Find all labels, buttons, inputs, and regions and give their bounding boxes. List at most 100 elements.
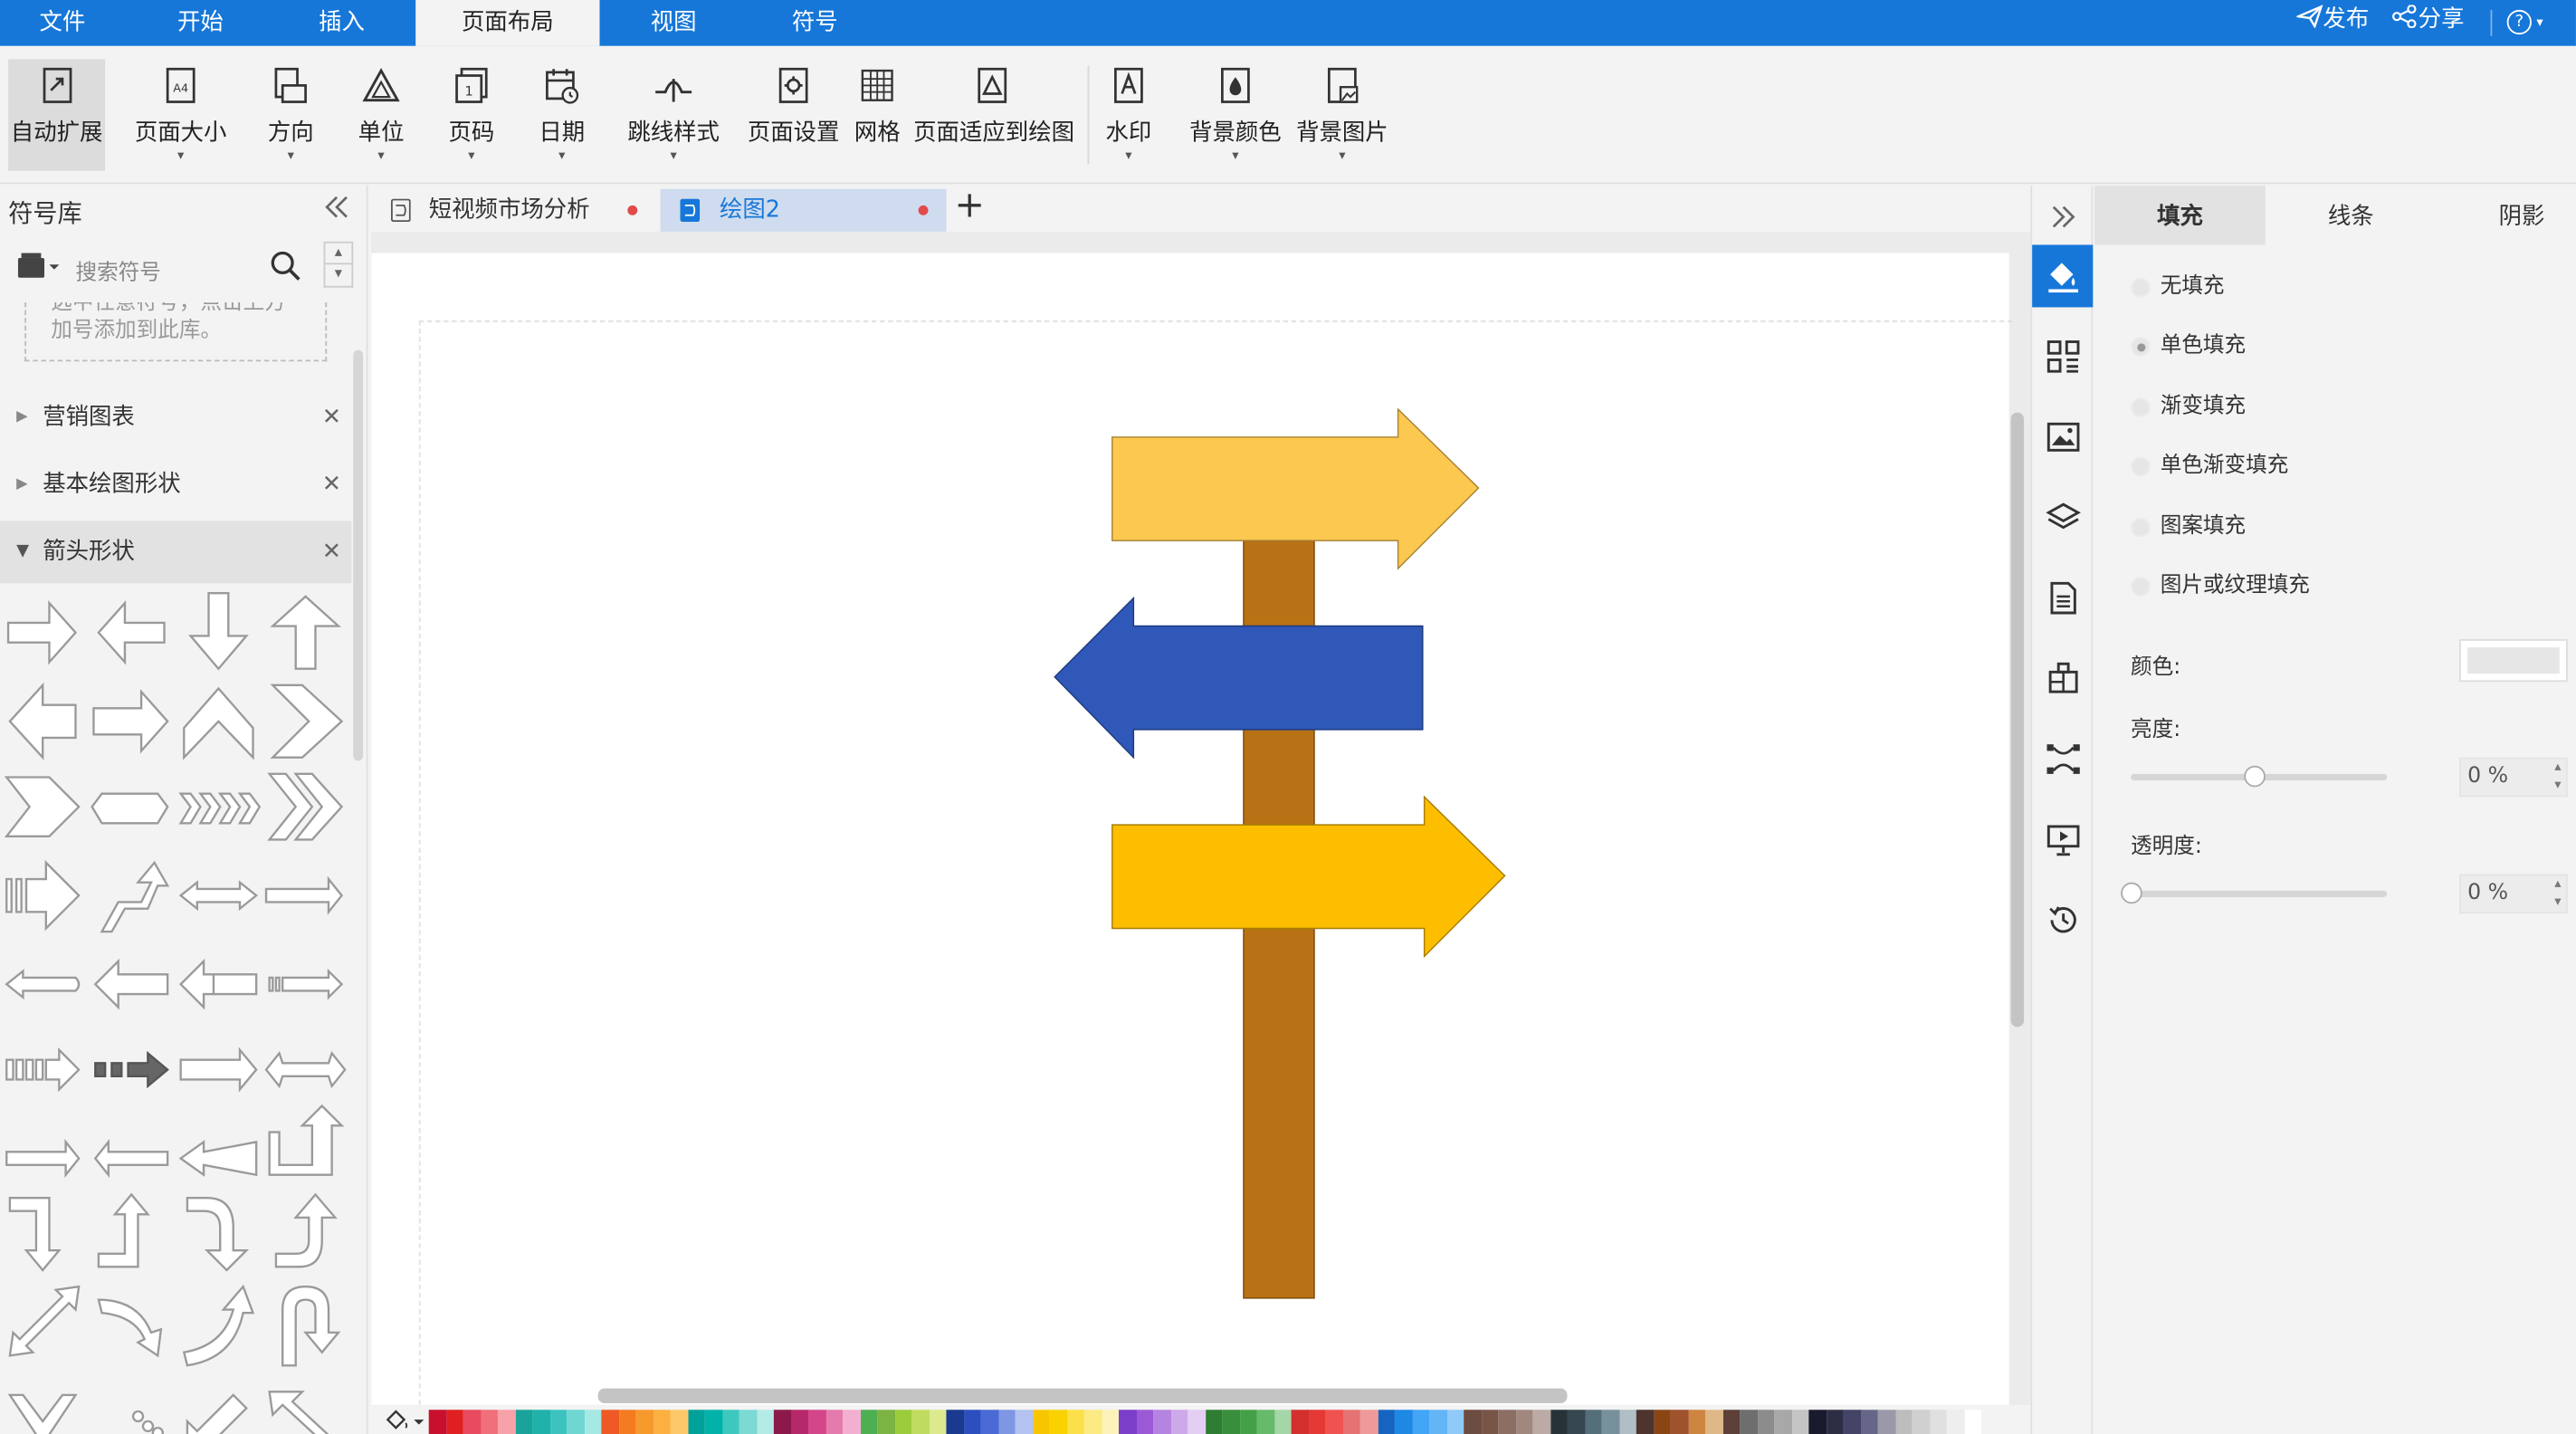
date-button[interactable]: 日期 ▾ (529, 59, 595, 170)
transparency-stepper[interactable]: 0 % ▴ ▾ (2459, 874, 2568, 914)
chevron-up-shape[interactable] (183, 686, 254, 760)
palette-swatch[interactable] (1843, 1410, 1861, 1434)
curved-down-arrow-shape[interactable] (186, 1196, 250, 1272)
palette-swatch[interactable] (773, 1410, 791, 1434)
tab-shadow[interactable]: 阴影 (2437, 186, 2576, 244)
palette-swatch[interactable] (790, 1410, 808, 1434)
palette-swatch[interactable] (946, 1410, 964, 1434)
slider-knob[interactable] (2121, 882, 2142, 904)
palette-swatch[interactable] (1170, 1410, 1188, 1434)
palette-swatch[interactable] (1618, 1410, 1636, 1434)
close-icon[interactable]: ✕ (322, 387, 341, 449)
palette-swatch[interactable] (1308, 1410, 1326, 1434)
thin-left-arrow-shape[interactable] (93, 1139, 169, 1179)
diagonal-up-left-arrow-shape[interactable] (268, 1391, 339, 1434)
org-panel-button[interactable] (2032, 647, 2093, 710)
section-basic-shapes[interactable]: ▶ 基本绘图形状 ✕ (0, 454, 355, 516)
palette-swatch[interactable] (1946, 1410, 1964, 1434)
palette-swatch[interactable] (1860, 1410, 1878, 1434)
palette-swatch[interactable] (532, 1410, 550, 1434)
palette-swatch[interactable] (1446, 1410, 1465, 1434)
palette-swatch[interactable] (687, 1410, 705, 1434)
close-icon[interactable]: ✕ (322, 521, 341, 583)
bg-image-button[interactable]: 背景图片 ▾ (1294, 59, 1389, 170)
fill-option-gradient[interactable]: 渐变填充 (2131, 391, 2459, 424)
palette-swatch[interactable] (1757, 1410, 1775, 1434)
palette-swatch[interactable] (1136, 1410, 1154, 1434)
palette-swatch[interactable] (1894, 1410, 1913, 1434)
palette-swatch[interactable] (670, 1410, 688, 1434)
palette-swatch[interactable] (1929, 1410, 1947, 1434)
slider-knob[interactable] (2244, 765, 2266, 788)
tab-line[interactable]: 线条 (2266, 186, 2437, 244)
jump-style-button[interactable]: 跳线样式 ▾ (625, 59, 723, 170)
palette-swatch[interactable] (1740, 1410, 1758, 1434)
bg-color-button[interactable]: 背景颜色 ▾ (1186, 59, 1284, 170)
circles-arrow-shape[interactable] (94, 1410, 164, 1434)
tapered-left-arrow-shape[interactable] (178, 1140, 258, 1178)
search-symbol-field[interactable]: 搜索符号 (65, 241, 312, 292)
fill-bucket-icon[interactable] (385, 1410, 425, 1432)
corner-up-arrow-shape[interactable] (268, 1104, 345, 1176)
palette-swatch[interactable] (1049, 1410, 1067, 1434)
palette-swatch[interactable] (721, 1410, 739, 1434)
vertical-scrollbar[interactable] (2010, 412, 2025, 1028)
palette-swatch[interactable] (1687, 1410, 1705, 1434)
palette-swatch[interactable] (1963, 1410, 1981, 1434)
menu-tab-view[interactable]: 视图 (611, 0, 736, 46)
striped-slim-arrow-shape[interactable] (268, 968, 344, 1000)
palette-swatch[interactable] (463, 1410, 481, 1434)
fill-panel-button[interactable] (2032, 244, 2094, 308)
fill-option-pattern[interactable]: 图案填充 (2131, 511, 2459, 543)
palette-swatch[interactable] (980, 1410, 998, 1434)
palette-swatch[interactable] (825, 1410, 844, 1434)
palette-swatch[interactable] (1429, 1410, 1447, 1434)
add-tab-button[interactable]: + (955, 186, 985, 228)
palette-swatch[interactable] (739, 1410, 757, 1434)
palette-swatch[interactable] (1083, 1410, 1102, 1434)
palette-swatch[interactable] (1256, 1410, 1274, 1434)
menu-tab-home[interactable]: 开始 (138, 0, 262, 46)
striped-arrow-shape[interactable] (5, 860, 81, 932)
up-arrow-shape[interactable] (270, 595, 341, 670)
palette-swatch[interactable] (1411, 1410, 1430, 1434)
palette-swatch[interactable] (997, 1410, 1016, 1434)
palette-swatch[interactable] (1808, 1410, 1827, 1434)
palette-swatch[interactable] (1153, 1410, 1171, 1434)
palette-swatch[interactable] (1532, 1410, 1550, 1434)
palette-swatch[interactable] (1205, 1410, 1223, 1434)
left-notched-arrow-shape[interactable] (8, 682, 77, 760)
notched-left-arrow-shape[interactable] (93, 958, 169, 1010)
long-right-arrow-shape[interactable] (179, 1047, 258, 1093)
palette-swatch[interactable] (601, 1410, 619, 1434)
document-panel-button[interactable] (2032, 567, 2093, 629)
palette-swatch[interactable] (1325, 1410, 1343, 1434)
s-arrow-shape[interactable] (100, 860, 170, 933)
diagonal-double-arrow-shape[interactable] (8, 1285, 81, 1357)
image-panel-button[interactable] (2032, 406, 2093, 468)
fill-option-solid[interactable]: 单色填充 (2131, 330, 2459, 363)
triple-chevron-shape[interactable] (178, 792, 262, 825)
palette-swatch[interactable] (567, 1410, 585, 1434)
palette-swatch[interactable] (704, 1410, 722, 1434)
split-arrow-shape[interactable] (7, 1393, 78, 1434)
palette-swatch[interactable] (1066, 1410, 1084, 1434)
down-arrow-shape[interactable] (187, 592, 249, 671)
presentation-panel-button[interactable] (2032, 808, 2093, 871)
dashed-arrow-shape[interactable] (94, 1050, 169, 1089)
palette-swatch[interactable] (1515, 1410, 1533, 1434)
history-panel-button[interactable] (2032, 889, 2093, 951)
palette-swatch[interactable] (1342, 1410, 1360, 1434)
palette-swatch[interactable] (1188, 1410, 1206, 1434)
palette-swatch[interactable] (1704, 1410, 1723, 1434)
dotted-arrow-shape[interactable] (5, 1047, 81, 1093)
double-line-left-arrow-shape[interactable] (178, 958, 258, 1010)
curved-up-arrow-shape[interactable] (274, 1192, 338, 1268)
left-arrow-shape[interactable] (97, 600, 166, 665)
palette-swatch[interactable] (1636, 1410, 1654, 1434)
palette-swatch[interactable] (549, 1410, 568, 1434)
palette-swatch[interactable] (1291, 1410, 1309, 1434)
color-picker[interactable] (2459, 639, 2568, 683)
palette-swatch[interactable] (1360, 1410, 1378, 1434)
page-size-button[interactable]: A4 页面大小 ▾ (131, 59, 230, 170)
